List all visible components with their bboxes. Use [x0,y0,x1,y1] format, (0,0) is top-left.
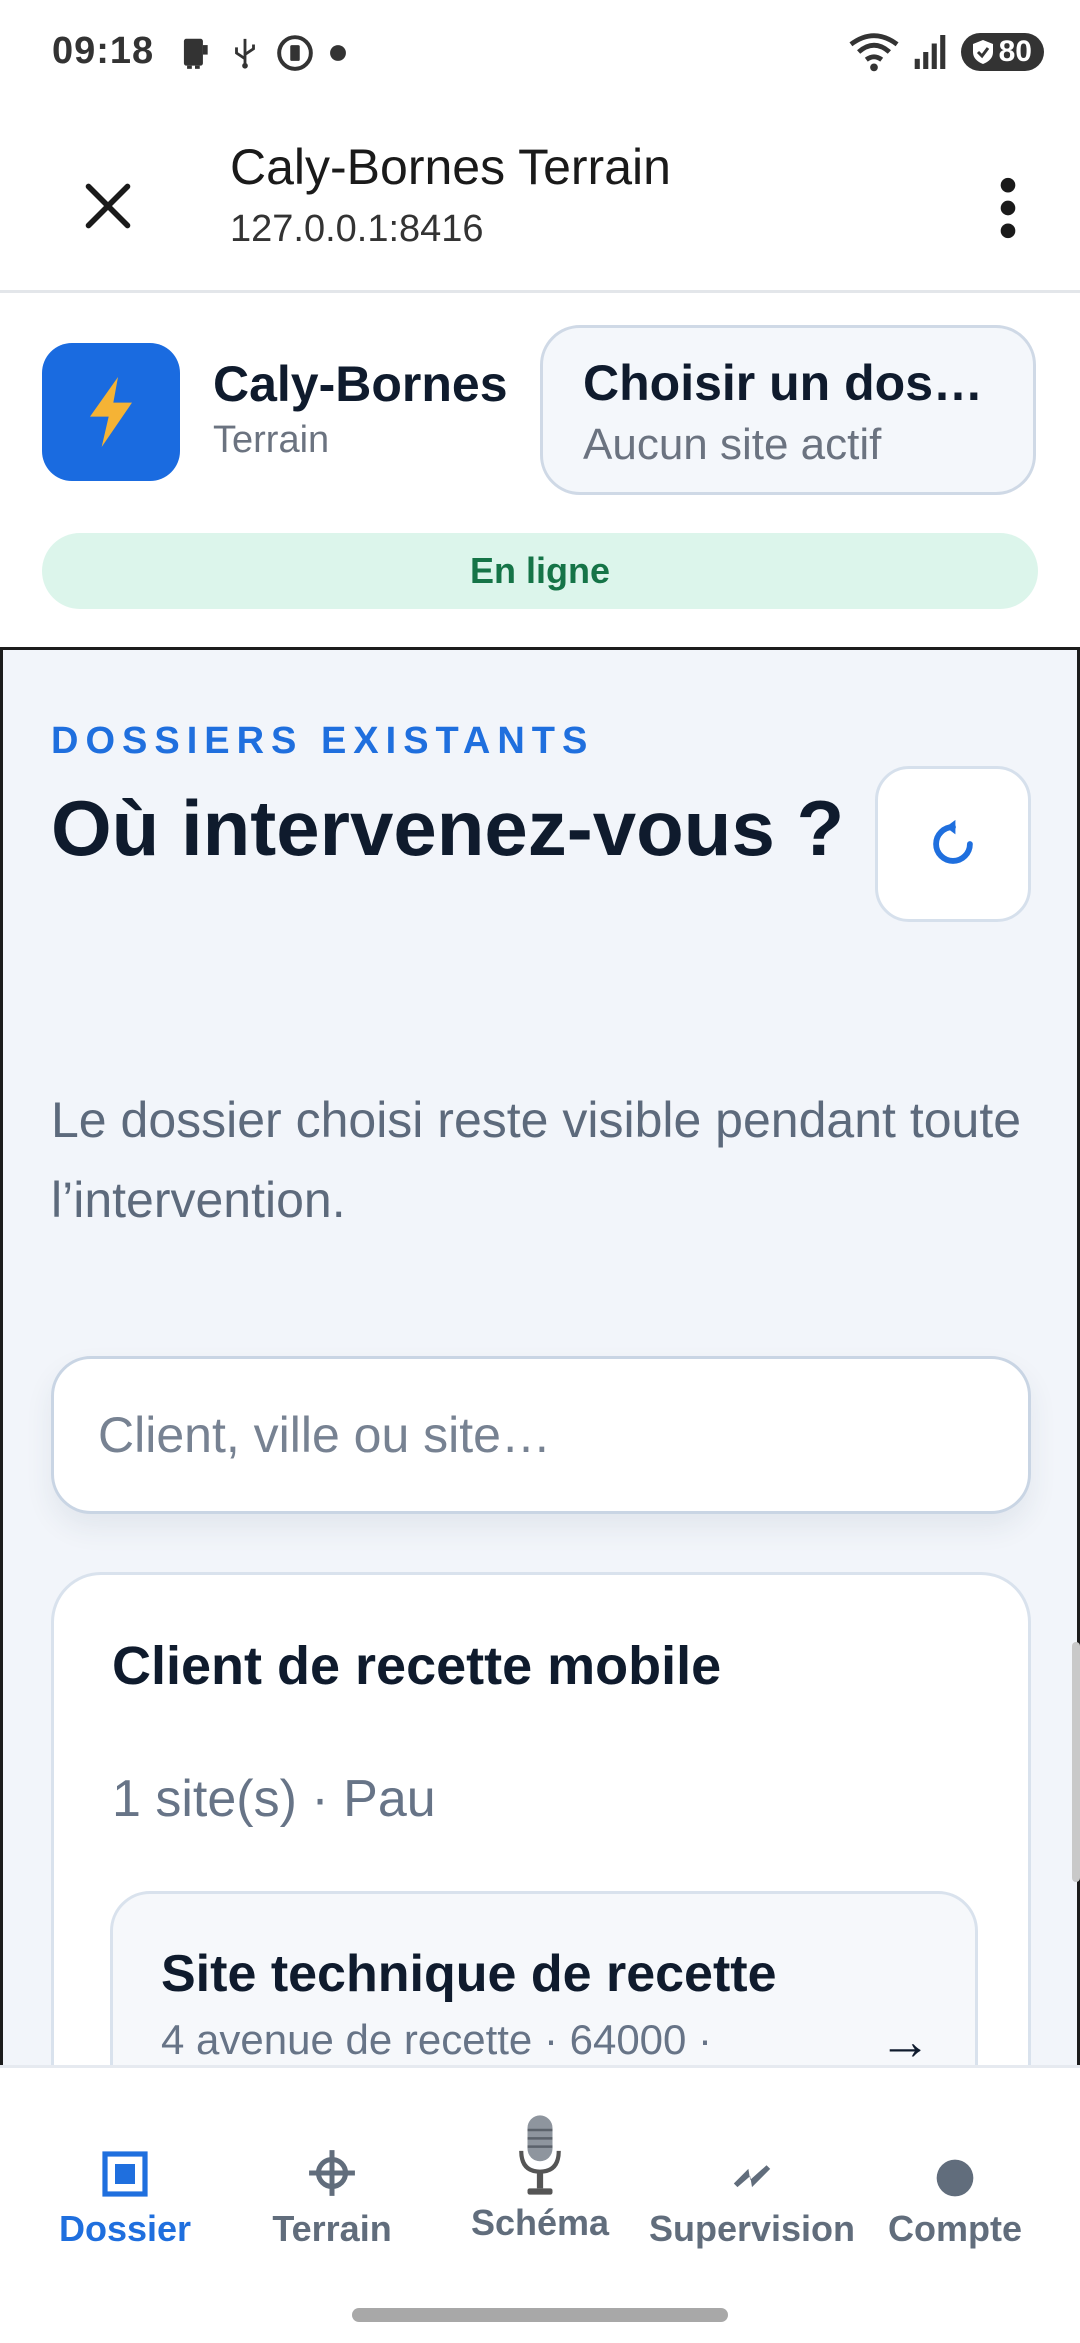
lightning-bolt-icon [90,377,132,447]
usb-icon [235,38,255,69]
crosshair-icon [309,2150,355,2196]
phone-sim-icon [183,38,208,69]
nav-terrain[interactable]: Terrain [224,2098,440,2258]
arrow-right-icon: → [879,2013,931,2065]
status-time: 09:18 [52,30,155,72]
active-site-status: Aucun site actif [583,420,882,469]
folder-selection-panel: DOSSIERS EXISTANTS Où intervenez-vous ? … [0,647,1080,2065]
more-vertical-icon [1000,177,1016,239]
app-subtitle: Terrain [213,419,330,461]
refresh-button[interactable] [875,766,1031,922]
nav-label: Compte [888,2208,1022,2249]
nav-label: Supervision [648,2208,856,2249]
battery-level: 80 [998,35,1032,68]
site-item[interactable]: Site technique de recette 4 avenue de re… [110,1891,978,2065]
site-name: Site technique de recette [161,1945,777,2003]
battery-indicator: 80 [960,33,1044,71]
client-name: Client de recette mobile [112,1636,722,1696]
status-notification-icons [176,34,348,72]
lightning-icon [733,2165,771,2188]
home-indicator[interactable] [352,2308,728,2322]
client-meta: 1 site(s) · Pau [112,1770,436,1828]
status-system-icons: 80 [849,32,1044,72]
square-target-icon [102,2151,148,2197]
nav-dossier[interactable]: Dossier [17,2098,233,2258]
help-text: Le dossier choisi reste visible pendant … [51,1092,1022,1228]
nav-label: Dossier [58,2208,192,2249]
signal-icon [914,35,945,69]
status-bar: 09:18 80 [0,0,1080,112]
browser-menu-button[interactable] [968,160,1048,256]
browser-page-title: Caly-Bornes Terrain [230,139,671,195]
app-name: Caly-Bornes [213,356,508,412]
scrollbar-thumb[interactable] [1072,1642,1080,1882]
choose-folder-button[interactable]: Choisir un dos… Aucun site actif [540,325,1036,495]
refresh-icon [933,819,973,864]
site-address: 4 avenue de recette · 64000 · [161,2016,713,2063]
search-input[interactable] [51,1356,1031,1514]
browser-url[interactable]: 127.0.0.1:8416 [230,208,484,251]
client-card[interactable]: Client de recette mobile 1 site(s) · Pau… [51,1572,1031,2065]
close-icon [85,183,131,229]
circle-icon [936,2159,974,2197]
nav-compte[interactable]: Compte [847,2098,1063,2258]
dot-icon [330,45,346,61]
circle-badge-icon [277,35,313,71]
page-title: Où intervenez-vous ? [51,784,845,872]
shield-check-icon [972,40,993,64]
nav-schema[interactable]: Schéma [432,2098,648,2258]
wifi-icon [849,33,899,72]
browser-toolbar: Caly-Bornes Terrain 127.0.0.1:8416 [0,112,1080,293]
choose-folder-label: Choisir un dos… [583,355,983,411]
bottom-navigation: Dossier Terrain Schéma Supervision Compt… [0,2065,1080,2343]
app-header: Caly-Bornes Terrain Choisir un dos… Aucu… [0,293,1080,645]
nav-label: Schéma [470,2202,610,2243]
nav-supervision[interactable]: Supervision [644,2098,860,2258]
app-logo [42,343,180,481]
section-eyebrow: DOSSIERS EXISTANTS [51,720,595,762]
nav-label: Terrain [272,2208,392,2249]
microphone-icon [519,2115,561,2195]
close-tab-button[interactable] [60,158,156,254]
connection-status-badge: En ligne [42,533,1038,609]
